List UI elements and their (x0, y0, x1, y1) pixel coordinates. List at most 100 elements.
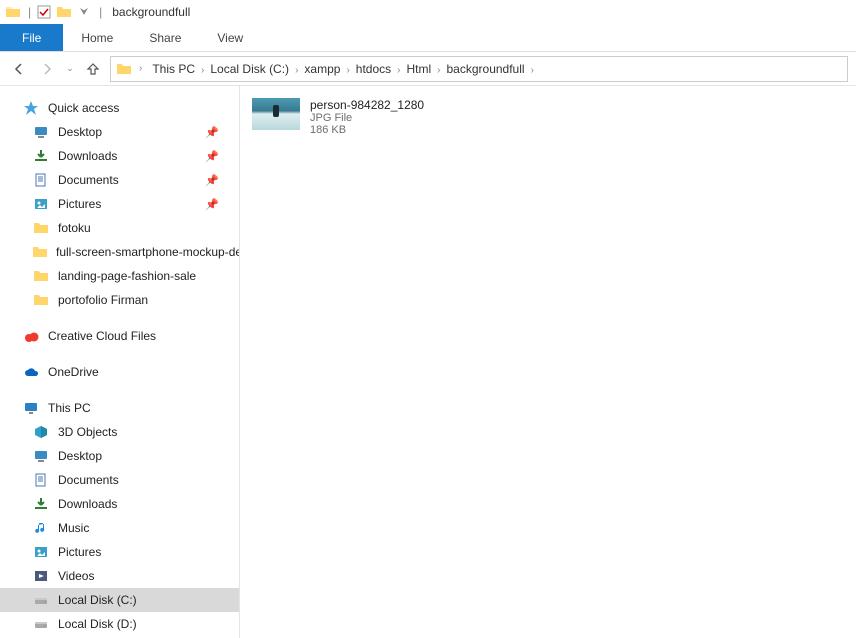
chevron-right-icon[interactable]: › (344, 65, 351, 76)
recent-dropdown[interactable]: ⌄ (64, 58, 76, 80)
nav-item[interactable]: Desktop (0, 444, 239, 468)
file-name: person-984282_1280 (310, 98, 424, 112)
nav-label: Downloads (58, 149, 117, 163)
nav-label: OneDrive (48, 365, 99, 379)
folder-icon (32, 243, 48, 261)
breadcrumb-segment[interactable]: Html (402, 60, 435, 78)
music-icon (32, 519, 50, 537)
tab-view[interactable]: View (199, 24, 261, 51)
up-button[interactable] (82, 58, 104, 80)
nav-label: Pictures (58, 545, 101, 559)
nav-label: Downloads (58, 497, 117, 511)
nav-quick-access[interactable]: Quick access (0, 96, 239, 120)
desktop-icon (32, 123, 50, 141)
documents-icon (32, 171, 50, 189)
file-type: JPG File (310, 112, 424, 124)
desktop-icon (32, 447, 50, 465)
tab-share[interactable]: Share (131, 24, 199, 51)
nav-item[interactable]: fotoku (0, 216, 239, 240)
folder-icon (32, 267, 50, 285)
nav-item[interactable]: Pictures 📌 (0, 192, 239, 216)
titlebar-sep: | (28, 5, 31, 19)
nav-item[interactable]: Local Disk (C:) (0, 588, 239, 612)
file-thumbnail (252, 98, 300, 130)
folder-small-icon[interactable] (55, 3, 73, 21)
tab-home[interactable]: Home (63, 24, 131, 51)
content-pane[interactable]: person-984282_1280JPG File186 KB (240, 86, 856, 638)
nav-item[interactable]: Desktop📌 (0, 120, 239, 144)
chevron-right-icon[interactable]: › (435, 65, 442, 76)
title-bar: | ⮟ | backgroundfull (0, 0, 856, 24)
nav-onedrive[interactable]: OneDrive (0, 360, 239, 384)
nav-item[interactable]: full-screen-smartphone-mockup-design (0, 240, 239, 264)
folder-icon (32, 219, 50, 237)
pin-icon: 📌 (205, 174, 219, 187)
documents-icon (32, 471, 50, 489)
check-icon[interactable] (35, 3, 53, 21)
breadcrumb-segment[interactable]: xampp (300, 60, 344, 78)
star-icon (22, 99, 40, 117)
nav-label: 3D Objects (58, 425, 117, 439)
pin-icon: 📌 (205, 150, 219, 163)
3d-icon (32, 423, 50, 441)
file-size: 186 KB (310, 124, 424, 136)
file-meta: person-984282_1280JPG File186 KB (310, 98, 424, 136)
nav-label: Local Disk (C:) (58, 593, 137, 607)
folder-icon (115, 60, 133, 78)
downloads-icon (32, 147, 50, 165)
nav-item[interactable]: Videos (0, 564, 239, 588)
nav-item[interactable]: Downloads 📌 (0, 144, 239, 168)
nav-item[interactable]: Documents (0, 468, 239, 492)
nav-label: Pictures (58, 197, 101, 211)
nav-label: This PC (48, 401, 91, 415)
tab-file[interactable]: File (0, 24, 63, 51)
pictures-icon (32, 543, 50, 561)
nav-item[interactable]: portofolio Firman (0, 288, 239, 312)
nav-label: landing-page-fashion-sale (58, 269, 196, 283)
breadcrumb-segment[interactable]: Local Disk (C:) (206, 60, 293, 78)
nav-label: full-screen-smartphone-mockup-design (56, 245, 239, 259)
overflow-icon[interactable]: ⮟ (75, 3, 93, 21)
nav-label: Documents (58, 473, 119, 487)
navigation-pane: Quick access Desktop📌Downloads📌Documents… (0, 86, 240, 638)
nav-label: Desktop (58, 125, 102, 139)
nav-label: fotoku (58, 221, 91, 235)
breadcrumb-segment[interactable]: This PC (148, 60, 199, 78)
nav-item[interactable]: Local Disk (D:) (0, 612, 239, 636)
nav-item[interactable]: Pictures (0, 540, 239, 564)
folder-icon (32, 291, 50, 309)
nav-label: portofolio Firman (58, 293, 148, 307)
downloads-icon (32, 495, 50, 513)
titlebar-sep-2: | (99, 5, 102, 19)
drive-icon (32, 591, 50, 609)
nav-creative-cloud[interactable]: Creative Cloud Files (0, 324, 239, 348)
main-body: Quick access Desktop📌Downloads📌Documents… (0, 86, 856, 638)
nav-label: Videos (58, 569, 94, 583)
back-button[interactable] (8, 58, 30, 80)
nav-this-pc[interactable]: This PC (0, 396, 239, 420)
window-title: backgroundfull (112, 5, 190, 19)
ribbon: File Home Share View (0, 24, 856, 52)
pin-icon: 📌 (205, 198, 219, 211)
navigation-bar: ⌄ › This PC›Local Disk (C:)›xampp›htdocs… (0, 52, 856, 86)
nav-label: Desktop (58, 449, 102, 463)
breadcrumb-segment[interactable]: backgroundfull (443, 60, 529, 78)
nav-label: Quick access (48, 101, 119, 115)
address-bar[interactable]: › This PC›Local Disk (C:)›xampp›htdocs›H… (110, 56, 848, 82)
creative-cloud-icon (22, 327, 40, 345)
nav-label: Music (58, 521, 89, 535)
pictures-icon (32, 195, 50, 213)
nav-item[interactable]: 3D Objects (0, 420, 239, 444)
breadcrumb-segment[interactable]: htdocs (352, 60, 395, 78)
nav-item[interactable]: Downloads (0, 492, 239, 516)
nav-label: Documents (58, 173, 119, 187)
nav-item[interactable]: Music (0, 516, 239, 540)
nav-item[interactable]: Documents 📌 (0, 168, 239, 192)
chevron-right-icon[interactable]: › (137, 63, 144, 74)
chevron-right-icon[interactable]: › (529, 65, 536, 76)
forward-button[interactable] (36, 58, 58, 80)
nav-item[interactable]: landing-page-fashion-sale (0, 264, 239, 288)
file-item[interactable]: person-984282_1280JPG File186 KB (252, 98, 532, 136)
monitor-icon (22, 399, 40, 417)
nav-label: Creative Cloud Files (48, 329, 156, 343)
